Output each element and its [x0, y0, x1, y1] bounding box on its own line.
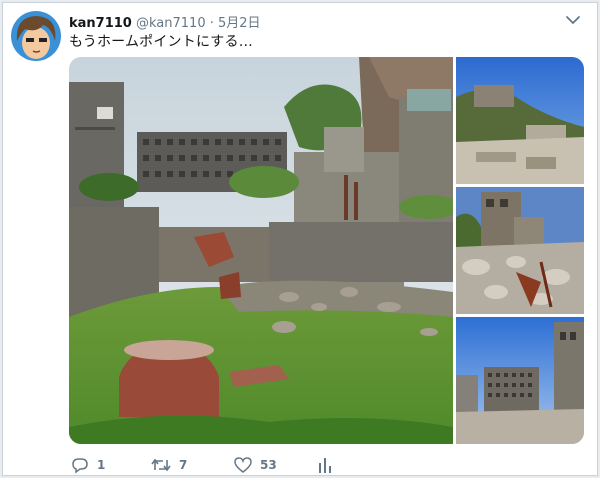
analytics-icon	[319, 458, 331, 473]
reply-count: 1	[97, 458, 106, 472]
like-button[interactable]: 53	[234, 455, 277, 475]
tweet-date[interactable]: 5月2日	[218, 16, 261, 31]
reply-button[interactable]: 1	[71, 455, 105, 475]
avatar[interactable]	[11, 11, 61, 61]
tweet-header: kan7110 @kan7110 · 5月2日	[69, 12, 557, 31]
avatar-image	[11, 11, 61, 61]
photo-bottom-right[interactable]	[456, 317, 584, 444]
reply-icon	[72, 458, 88, 474]
like-count: 53	[260, 458, 277, 472]
user-handle[interactable]: @kan7110	[136, 16, 206, 31]
tweet-card: kan7110 @kan7110 · 5月2日 もうホームポイントにする… 1 …	[2, 2, 598, 476]
display-name[interactable]: kan7110	[69, 16, 132, 31]
heart-icon	[234, 457, 252, 473]
retweet-button[interactable]: 7	[151, 455, 187, 475]
tweet-text: もうホームポイントにする…	[69, 34, 253, 50]
retweet-count: 7	[179, 458, 188, 472]
tweet-actions: 1 7 53	[71, 455, 371, 475]
photo-top-right[interactable]	[456, 57, 584, 184]
retweet-icon	[151, 458, 171, 472]
separator-dot: ·	[209, 16, 214, 31]
chevron-down-icon[interactable]	[563, 12, 583, 28]
photo-main[interactable]	[69, 57, 453, 444]
photo-middle-right[interactable]	[456, 187, 584, 314]
analytics-button[interactable]	[317, 455, 341, 475]
media-grid	[69, 57, 584, 444]
